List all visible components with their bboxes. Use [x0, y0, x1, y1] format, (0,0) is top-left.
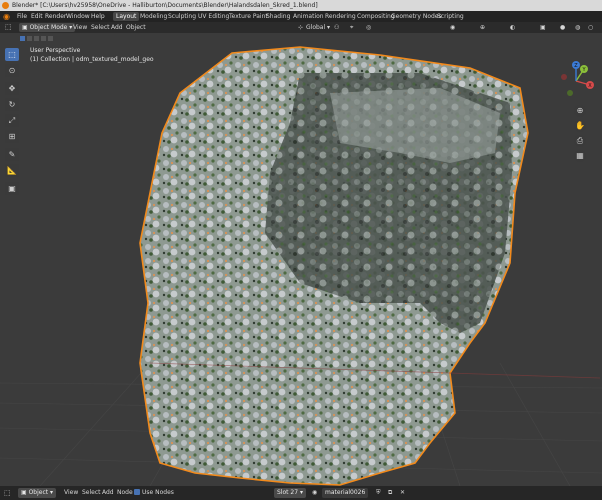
3d-viewport[interactable]: ⬚ ⊙ ✥ ↻ ⤢ ⊞ ✎ 📐 ▣ User Perspective (1) C… [0, 33, 602, 486]
status-menu-view[interactable]: View [64, 486, 78, 500]
mode-dropdown[interactable]: ▣ Object Mode ▾ [19, 23, 76, 32]
checkbox-checked-icon [134, 489, 140, 495]
snap-icon[interactable]: ⌖ [350, 22, 353, 33]
slot-dropdown[interactable]: Slot 27 ▾ [274, 488, 306, 498]
tab-layout[interactable]: Layout [113, 12, 140, 21]
xray-icon[interactable]: ▣ [540, 22, 546, 33]
top-menu-bar: ◉ File Edit Render Window Help Layout Mo… [0, 11, 602, 22]
menu-view[interactable]: View [73, 22, 87, 33]
menu-add[interactable]: Add [111, 22, 123, 33]
perspective-label: User Perspective [30, 47, 81, 54]
transform-tool-icon[interactable]: ⊞ [5, 130, 19, 143]
viewport-header: ⬚ ▣ Object Mode ▾ View Select Add Object… [0, 22, 602, 33]
select-mode-invert-icon[interactable] [41, 36, 46, 41]
object-dropdown[interactable]: ▣ Object ▾ [18, 488, 57, 498]
menu-file[interactable]: File [17, 11, 27, 22]
blender-logo-icon [2, 2, 9, 9]
menu-help[interactable]: Help [91, 11, 105, 22]
transform-orientation-dropdown[interactable]: Global ▾ [306, 22, 330, 33]
gizmo-x-label: X [588, 83, 592, 89]
tab-shading[interactable]: Shading [263, 12, 293, 21]
title-bar: Blender* [C:\Users\hv25958\OneDrive - Ha… [0, 0, 602, 11]
camera-icon[interactable]: ⎙ [574, 135, 586, 147]
shading-rendered-icon[interactable]: ○ [588, 22, 593, 33]
gizmo-toggle-icon[interactable]: ⊕ [480, 22, 485, 33]
annotate-tool-icon[interactable]: ✎ [5, 148, 19, 161]
overlay-toggle-icon[interactable]: ◐ [510, 22, 515, 33]
visibility-icon[interactable]: ◉ [450, 22, 455, 33]
collection-label: (1) Collection | odm_textured_model_geo [30, 56, 154, 63]
move-tool-icon[interactable]: ✥ [5, 82, 19, 95]
navigation-gizmo[interactable]: X Y Z [556, 61, 596, 101]
status-menu-node[interactable]: Node [117, 486, 133, 500]
material-sphere-icon[interactable]: ◉ [312, 486, 317, 500]
unlink-close-icon[interactable]: ✕ [400, 486, 405, 500]
select-box-tool-icon[interactable]: ⬚ [5, 48, 19, 61]
blender-menu-icon[interactable]: ◉ [3, 11, 10, 22]
menu-window[interactable]: Window [66, 11, 90, 22]
scale-tool-icon[interactable]: ⤢ [5, 114, 19, 127]
rotate-tool-icon[interactable]: ↻ [5, 98, 19, 111]
proportional-edit-icon[interactable]: ◎ [366, 22, 371, 33]
add-cube-tool-icon[interactable]: ▣ [5, 182, 19, 195]
status-menu-select[interactable]: Select [82, 486, 101, 500]
menu-select[interactable]: Select [91, 22, 110, 33]
window-title: Blender* [C:\Users\hv25958\OneDrive - Ha… [12, 2, 318, 9]
duplicate-material-icon[interactable]: ⧉ [388, 486, 392, 500]
menu-render[interactable]: Render [45, 11, 66, 22]
tab-sculpting[interactable]: Sculpting [165, 12, 199, 21]
viewport-grid [0, 46, 602, 486]
pivot-icon[interactable]: ⚇ [334, 22, 339, 33]
tab-scripting[interactable]: Scripting [434, 12, 467, 21]
gizmo-z-label: Z [574, 63, 578, 69]
measure-tool-icon[interactable]: 📐 [5, 164, 19, 177]
select-mode-subtract-icon[interactable] [34, 36, 39, 41]
zoom-icon[interactable]: ⊕ [574, 105, 586, 117]
chevron-down-icon: ▾ [67, 24, 73, 31]
menu-object[interactable]: Object [126, 22, 146, 33]
select-mode-intersect-icon[interactable] [48, 36, 53, 41]
node-editor-icon[interactable]: ⬚ [4, 486, 11, 500]
grid-perspective-icon[interactable]: ▦ [574, 150, 586, 162]
shading-solid-icon[interactable]: ● [560, 22, 565, 33]
shading-material-icon[interactable]: ◍ [575, 22, 580, 33]
select-mode-icon[interactable] [20, 36, 25, 41]
select-mode-extend-icon[interactable] [27, 36, 32, 41]
status-menu-add[interactable]: Add [102, 486, 114, 500]
cursor-tool-icon[interactable]: ⊙ [5, 64, 19, 77]
menu-edit[interactable]: Edit [31, 11, 43, 22]
material-name-field[interactable]: material0026 [322, 488, 369, 498]
transform-orientation-icon[interactable]: ⊹ [298, 22, 303, 33]
editor-type-icon[interactable]: ⬚ [5, 22, 12, 33]
cube-icon: ▣ [22, 24, 30, 31]
cube-icon: ▣ [21, 489, 29, 496]
use-nodes-checkbox[interactable]: Use Nodes [134, 486, 174, 500]
fake-user-shield-icon[interactable]: ⛨ [376, 486, 381, 500]
pan-hand-icon[interactable]: ✋ [574, 120, 586, 132]
status-bar: ⬚ ▣ Object ▾ View Select Add Node Use No… [0, 486, 602, 500]
